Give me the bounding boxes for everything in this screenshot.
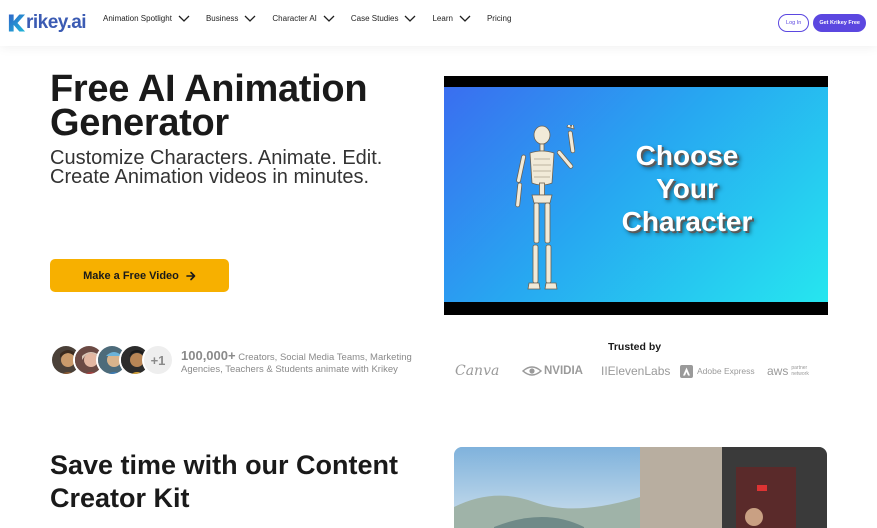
chevron-down-icon: [405, 15, 416, 22]
office-scene-image: [454, 447, 827, 528]
brand-name: Canva: [455, 363, 500, 379]
top-nav: rikey.ai Animation Spotlight Business Ch…: [0, 0, 877, 46]
cta-label: Make a Free Video: [83, 269, 179, 282]
canva-logo: Canva: [455, 361, 499, 381]
nav-item-label: Pricing: [486, 14, 512, 23]
adobe-express-logo: Adobe Express: [680, 361, 755, 381]
skeleton-character-image: [515, 125, 576, 290]
nav-item-business[interactable]: Business: [206, 14, 256, 23]
video-overlay-text: Choose Your Character: [621, 140, 753, 237]
content-creator-kit-image: [454, 447, 827, 528]
trusted-by-heading: Trusted by: [608, 341, 662, 353]
chevron-down-icon: [178, 15, 190, 22]
nav-item-label: Business: [205, 14, 239, 23]
nav-item-label: Learn: [432, 14, 453, 23]
creator-count: 100,000+: [181, 348, 236, 363]
hero-video[interactable]: Choose Your Character: [444, 76, 828, 315]
elevenlabs-logo: IIElevenLabs: [601, 361, 670, 381]
chevron-down-icon: [323, 15, 335, 22]
trusted-brand-logos: Canva NVIDIA IIElevenLabs Adobe Express …: [455, 361, 835, 381]
hero-title: Free AI Animation Generator: [50, 68, 368, 144]
social-proof-text: 100,000+ Creators, Social Media Teams, M…: [181, 348, 431, 376]
nav-menu: Animation Spotlight Business Character A…: [103, 14, 527, 23]
hero-subtitle: Customize Characters. Animate. Edit. Cre…: [50, 147, 383, 188]
chevron-down-icon: [459, 15, 471, 22]
login-button[interactable]: Log In: [778, 14, 810, 32]
arrow-right-icon: [186, 271, 196, 280]
aws-partner-logo: aws partner network: [767, 361, 817, 381]
adobe-icon: [680, 364, 693, 378]
nav-item-label: Animation Spotlight: [103, 14, 172, 23]
avatar-more-count: +1: [142, 344, 174, 376]
nav-item-character-ai[interactable]: Character AI: [272, 14, 335, 23]
nvidia-logo: NVIDIA: [522, 361, 583, 381]
make-free-video-button[interactable]: Make a Free Video: [50, 259, 229, 292]
nav-item-label: Character AI: [272, 14, 317, 23]
creator-avatars: +1: [50, 344, 174, 376]
nav-actions: Log In Get Krikey Free: [778, 14, 866, 32]
logo-text: rikey.ai: [26, 12, 87, 33]
nvidia-eye-icon: [522, 366, 542, 376]
video-frame: Choose Your Character: [444, 87, 828, 302]
brand-name: Adobe Express: [697, 366, 755, 376]
nav-item-case-studies[interactable]: Case Studies: [351, 14, 417, 23]
krikey-k-icon: [8, 14, 26, 32]
krikey-logo[interactable]: rikey.ai: [7, 12, 87, 34]
brand-name: aws: [767, 364, 789, 378]
nav-item-learn[interactable]: Learn: [432, 14, 471, 23]
nav-item-label: Case Studies: [350, 14, 399, 23]
brand-name: NVIDIA: [544, 365, 583, 377]
get-krikey-free-button[interactable]: Get Krikey Free: [813, 14, 866, 32]
nav-item-animation-spotlight[interactable]: Animation Spotlight: [103, 14, 190, 23]
brand-name: IIElevenLabs: [601, 364, 671, 378]
nav-item-pricing[interactable]: Pricing: [487, 14, 511, 23]
chevron-down-icon: [244, 15, 256, 22]
aws-subtext: partner network: [791, 365, 809, 377]
section-title: Save time with our Content Creator Kit: [50, 450, 399, 513]
